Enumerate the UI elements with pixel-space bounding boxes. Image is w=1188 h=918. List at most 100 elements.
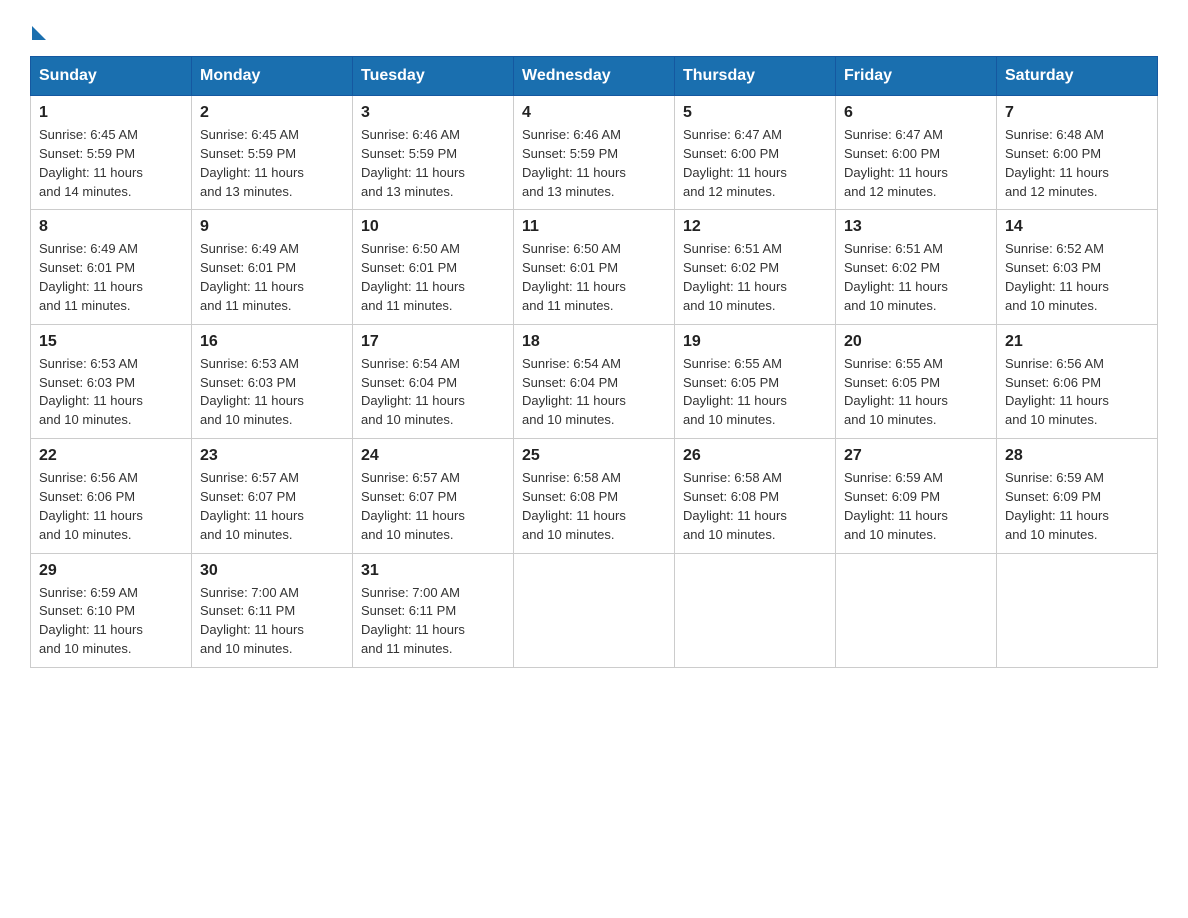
calendar-cell: 3 Sunrise: 6:46 AM Sunset: 5:59 PM Dayli… [353, 96, 514, 210]
day-number: 5 [683, 104, 827, 122]
calendar-cell: 25 Sunrise: 6:58 AM Sunset: 6:08 PM Dayl… [514, 439, 675, 553]
calendar-cell: 21 Sunrise: 6:56 AM Sunset: 6:06 PM Dayl… [997, 324, 1158, 438]
calendar-cell: 1 Sunrise: 6:45 AM Sunset: 5:59 PM Dayli… [31, 96, 192, 210]
calendar-header-saturday: Saturday [997, 57, 1158, 96]
day-number: 23 [200, 447, 344, 465]
day-number: 9 [200, 218, 344, 236]
day-number: 13 [844, 218, 988, 236]
calendar-cell: 16 Sunrise: 6:53 AM Sunset: 6:03 PM Dayl… [192, 324, 353, 438]
day-info: Sunrise: 6:46 AM Sunset: 5:59 PM Dayligh… [361, 126, 505, 201]
day-number: 29 [39, 562, 183, 580]
calendar-header-tuesday: Tuesday [353, 57, 514, 96]
logo [30, 20, 46, 36]
day-info: Sunrise: 6:59 AM Sunset: 6:09 PM Dayligh… [844, 469, 988, 544]
day-info: Sunrise: 6:57 AM Sunset: 6:07 PM Dayligh… [200, 469, 344, 544]
calendar-header-wednesday: Wednesday [514, 57, 675, 96]
day-info: Sunrise: 6:59 AM Sunset: 6:09 PM Dayligh… [1005, 469, 1149, 544]
calendar-header-thursday: Thursday [675, 57, 836, 96]
day-info: Sunrise: 6:45 AM Sunset: 5:59 PM Dayligh… [200, 126, 344, 201]
calendar-week-row: 15 Sunrise: 6:53 AM Sunset: 6:03 PM Dayl… [31, 324, 1158, 438]
calendar-cell [675, 553, 836, 667]
calendar-cell: 15 Sunrise: 6:53 AM Sunset: 6:03 PM Dayl… [31, 324, 192, 438]
day-number: 24 [361, 447, 505, 465]
calendar-cell: 29 Sunrise: 6:59 AM Sunset: 6:10 PM Dayl… [31, 553, 192, 667]
calendar-header-sunday: Sunday [31, 57, 192, 96]
calendar-week-row: 8 Sunrise: 6:49 AM Sunset: 6:01 PM Dayli… [31, 210, 1158, 324]
calendar-cell: 18 Sunrise: 6:54 AM Sunset: 6:04 PM Dayl… [514, 324, 675, 438]
day-info: Sunrise: 6:54 AM Sunset: 6:04 PM Dayligh… [361, 355, 505, 430]
calendar-cell: 14 Sunrise: 6:52 AM Sunset: 6:03 PM Dayl… [997, 210, 1158, 324]
day-number: 25 [522, 447, 666, 465]
calendar-cell: 6 Sunrise: 6:47 AM Sunset: 6:00 PM Dayli… [836, 96, 997, 210]
day-number: 31 [361, 562, 505, 580]
calendar-cell: 30 Sunrise: 7:00 AM Sunset: 6:11 PM Dayl… [192, 553, 353, 667]
day-info: Sunrise: 6:53 AM Sunset: 6:03 PM Dayligh… [200, 355, 344, 430]
day-info: Sunrise: 6:55 AM Sunset: 6:05 PM Dayligh… [683, 355, 827, 430]
day-number: 17 [361, 333, 505, 351]
day-number: 28 [1005, 447, 1149, 465]
day-info: Sunrise: 6:56 AM Sunset: 6:06 PM Dayligh… [39, 469, 183, 544]
day-number: 12 [683, 218, 827, 236]
calendar-week-row: 29 Sunrise: 6:59 AM Sunset: 6:10 PM Dayl… [31, 553, 1158, 667]
day-info: Sunrise: 6:49 AM Sunset: 6:01 PM Dayligh… [200, 240, 344, 315]
day-number: 30 [200, 562, 344, 580]
calendar-week-row: 1 Sunrise: 6:45 AM Sunset: 5:59 PM Dayli… [31, 96, 1158, 210]
day-number: 22 [39, 447, 183, 465]
calendar-header-row: SundayMondayTuesdayWednesdayThursdayFrid… [31, 57, 1158, 96]
calendar-cell: 23 Sunrise: 6:57 AM Sunset: 6:07 PM Dayl… [192, 439, 353, 553]
calendar-cell [514, 553, 675, 667]
day-number: 1 [39, 104, 183, 122]
calendar-cell: 27 Sunrise: 6:59 AM Sunset: 6:09 PM Dayl… [836, 439, 997, 553]
day-number: 20 [844, 333, 988, 351]
day-number: 27 [844, 447, 988, 465]
calendar-header-friday: Friday [836, 57, 997, 96]
day-number: 14 [1005, 218, 1149, 236]
day-info: Sunrise: 6:49 AM Sunset: 6:01 PM Dayligh… [39, 240, 183, 315]
day-number: 8 [39, 218, 183, 236]
calendar-cell: 20 Sunrise: 6:55 AM Sunset: 6:05 PM Dayl… [836, 324, 997, 438]
page-header [30, 20, 1158, 36]
calendar-table: SundayMondayTuesdayWednesdayThursdayFrid… [30, 56, 1158, 668]
day-info: Sunrise: 6:47 AM Sunset: 6:00 PM Dayligh… [844, 126, 988, 201]
day-number: 16 [200, 333, 344, 351]
day-info: Sunrise: 6:46 AM Sunset: 5:59 PM Dayligh… [522, 126, 666, 201]
day-info: Sunrise: 6:56 AM Sunset: 6:06 PM Dayligh… [1005, 355, 1149, 430]
calendar-cell: 24 Sunrise: 6:57 AM Sunset: 6:07 PM Dayl… [353, 439, 514, 553]
calendar-cell: 7 Sunrise: 6:48 AM Sunset: 6:00 PM Dayli… [997, 96, 1158, 210]
day-info: Sunrise: 6:51 AM Sunset: 6:02 PM Dayligh… [683, 240, 827, 315]
day-number: 21 [1005, 333, 1149, 351]
day-number: 26 [683, 447, 827, 465]
day-info: Sunrise: 6:48 AM Sunset: 6:00 PM Dayligh… [1005, 126, 1149, 201]
calendar-cell: 12 Sunrise: 6:51 AM Sunset: 6:02 PM Dayl… [675, 210, 836, 324]
calendar-cell [997, 553, 1158, 667]
day-number: 15 [39, 333, 183, 351]
calendar-cell: 22 Sunrise: 6:56 AM Sunset: 6:06 PM Dayl… [31, 439, 192, 553]
calendar-cell: 19 Sunrise: 6:55 AM Sunset: 6:05 PM Dayl… [675, 324, 836, 438]
calendar-cell: 10 Sunrise: 6:50 AM Sunset: 6:01 PM Dayl… [353, 210, 514, 324]
calendar-cell: 17 Sunrise: 6:54 AM Sunset: 6:04 PM Dayl… [353, 324, 514, 438]
calendar-cell: 4 Sunrise: 6:46 AM Sunset: 5:59 PM Dayli… [514, 96, 675, 210]
day-number: 19 [683, 333, 827, 351]
day-info: Sunrise: 6:59 AM Sunset: 6:10 PM Dayligh… [39, 584, 183, 659]
day-info: Sunrise: 6:55 AM Sunset: 6:05 PM Dayligh… [844, 355, 988, 430]
day-number: 10 [361, 218, 505, 236]
day-info: Sunrise: 6:57 AM Sunset: 6:07 PM Dayligh… [361, 469, 505, 544]
calendar-cell: 11 Sunrise: 6:50 AM Sunset: 6:01 PM Dayl… [514, 210, 675, 324]
calendar-cell: 26 Sunrise: 6:58 AM Sunset: 6:08 PM Dayl… [675, 439, 836, 553]
calendar-cell: 13 Sunrise: 6:51 AM Sunset: 6:02 PM Dayl… [836, 210, 997, 324]
day-info: Sunrise: 6:52 AM Sunset: 6:03 PM Dayligh… [1005, 240, 1149, 315]
day-number: 18 [522, 333, 666, 351]
calendar-cell: 28 Sunrise: 6:59 AM Sunset: 6:09 PM Dayl… [997, 439, 1158, 553]
day-number: 4 [522, 104, 666, 122]
day-info: Sunrise: 6:51 AM Sunset: 6:02 PM Dayligh… [844, 240, 988, 315]
day-number: 11 [522, 218, 666, 236]
day-info: Sunrise: 6:50 AM Sunset: 6:01 PM Dayligh… [361, 240, 505, 315]
calendar-cell: 31 Sunrise: 7:00 AM Sunset: 6:11 PM Dayl… [353, 553, 514, 667]
day-info: Sunrise: 6:47 AM Sunset: 6:00 PM Dayligh… [683, 126, 827, 201]
day-info: Sunrise: 6:58 AM Sunset: 6:08 PM Dayligh… [522, 469, 666, 544]
calendar-cell: 2 Sunrise: 6:45 AM Sunset: 5:59 PM Dayli… [192, 96, 353, 210]
calendar-week-row: 22 Sunrise: 6:56 AM Sunset: 6:06 PM Dayl… [31, 439, 1158, 553]
day-number: 7 [1005, 104, 1149, 122]
day-info: Sunrise: 7:00 AM Sunset: 6:11 PM Dayligh… [361, 584, 505, 659]
day-number: 3 [361, 104, 505, 122]
